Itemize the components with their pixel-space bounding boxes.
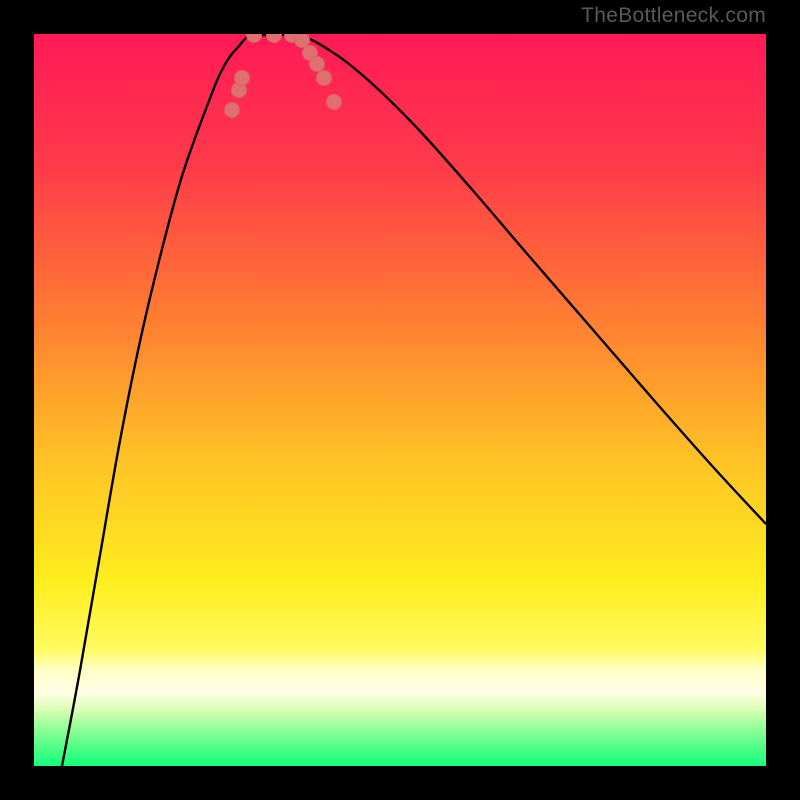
- data-marker: [225, 103, 240, 118]
- data-marker: [295, 34, 310, 48]
- data-marker: [310, 57, 325, 72]
- data-marker: [267, 34, 282, 43]
- marker-layer: [34, 34, 766, 766]
- data-marker: [235, 71, 250, 86]
- chart-container: TheBottleneck.com: [0, 0, 800, 800]
- data-marker: [327, 95, 342, 110]
- data-marker: [247, 34, 262, 43]
- attribution-text: TheBottleneck.com: [581, 4, 766, 28]
- data-marker: [317, 71, 332, 86]
